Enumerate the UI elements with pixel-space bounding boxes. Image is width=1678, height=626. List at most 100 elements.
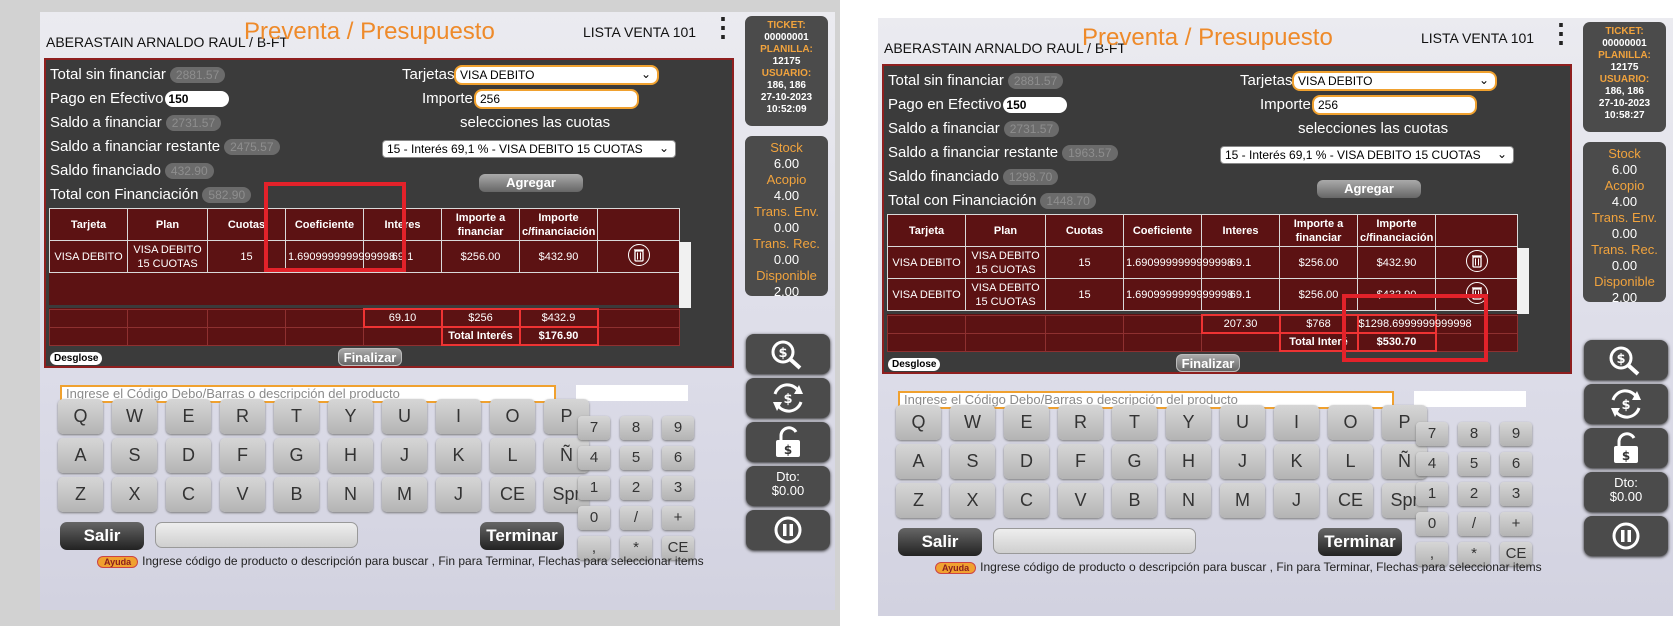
key-r[interactable]: R (220, 399, 265, 434)
numpad-key[interactable]: 0 (1416, 512, 1448, 536)
pago-efectivo-input[interactable]: 150 (1003, 97, 1068, 114)
key-m[interactable]: M (382, 477, 427, 512)
pago-efectivo-input[interactable]: 150 (165, 91, 230, 108)
key-h[interactable]: H (328, 438, 373, 473)
numpad-key[interactable]: 7 (578, 416, 610, 440)
cuotas-select[interactable]: 15 - Interés 69,1 % - VISA DEBITO 15 CUO… (1220, 146, 1514, 164)
table-row[interactable]: VISA DEBITO VISA DEBITO 15 CUOTAS 15 1.6909… (887, 246, 1518, 279)
numpad-key[interactable]: 2 (1458, 482, 1490, 506)
numpad-key[interactable]: 0 (578, 506, 610, 530)
numpad-key[interactable]: 4 (1416, 452, 1448, 476)
numpad-key[interactable]: 6 (1500, 452, 1532, 476)
finalizar-button[interactable]: Finalizar (1176, 354, 1240, 372)
key-k[interactable]: K (1274, 444, 1319, 479)
importe-input[interactable]: 256 (1312, 95, 1477, 115)
quantity-input[interactable] (576, 385, 688, 401)
search-price-button[interactable]: $ (1584, 340, 1668, 380)
key-o[interactable]: O (1328, 405, 1373, 440)
key-z[interactable]: Z (58, 477, 103, 512)
key-u[interactable]: U (1220, 405, 1265, 440)
key-l[interactable]: L (490, 438, 535, 473)
numpad-key[interactable]: 1 (1416, 482, 1448, 506)
key-w[interactable]: W (112, 399, 157, 434)
cuotas-select[interactable]: 15 - Interés 69,1 % - VISA DEBITO 15 CUO… (382, 140, 676, 158)
key-s[interactable]: S (112, 438, 157, 473)
trash-icon[interactable] (1465, 249, 1488, 276)
unlock-button[interactable]: $ (746, 422, 830, 462)
key-y[interactable]: Y (328, 399, 373, 434)
key-c[interactable]: C (166, 477, 211, 512)
key-x[interactable]: X (112, 477, 157, 512)
trash-icon[interactable] (627, 243, 650, 270)
desglose-button[interactable]: Desglose (50, 352, 103, 365)
key-i[interactable]: I (436, 399, 481, 434)
tarjetas-select[interactable]: VISA DEBITO ⌄ (454, 65, 659, 85)
key-r[interactable]: R (1058, 405, 1103, 440)
numpad-key[interactable]: 3 (662, 476, 694, 500)
exchange-button[interactable]: $ (746, 378, 830, 418)
search-price-button[interactable]: $ (746, 334, 830, 374)
key-y[interactable]: Y (1166, 405, 1211, 440)
key-a[interactable]: A (58, 438, 103, 473)
kebab-menu-icon[interactable]: ⋮ (1548, 20, 1574, 46)
numpad-key[interactable]: / (620, 506, 652, 530)
key-e[interactable]: E (166, 399, 211, 434)
key-t[interactable]: T (274, 399, 319, 434)
numpad-key[interactable]: 8 (620, 416, 652, 440)
key-o[interactable]: O (490, 399, 535, 434)
key-b[interactable]: B (1112, 483, 1157, 518)
key-u[interactable]: U (382, 399, 427, 434)
numpad-key[interactable]: 2 (620, 476, 652, 500)
exchange-button[interactable]: $ (1584, 384, 1668, 424)
table-scrollbar[interactable] (679, 242, 691, 308)
numpad-key[interactable]: 6 (662, 446, 694, 470)
numpad-key[interactable]: 7 (1416, 422, 1448, 446)
key-q[interactable]: Q (896, 405, 941, 440)
unlock-button[interactable]: $ (1584, 428, 1668, 468)
key-g[interactable]: G (274, 438, 319, 473)
key-j[interactable]: J (382, 438, 427, 473)
key-g[interactable]: G (1112, 444, 1157, 479)
key-n[interactable]: N (1166, 483, 1211, 518)
terminar-button[interactable]: Terminar (1318, 528, 1402, 556)
key-t[interactable]: T (1112, 405, 1157, 440)
terminar-button[interactable]: Terminar (480, 522, 564, 550)
numpad-key[interactable]: / (1458, 512, 1490, 536)
numpad-key[interactable]: 5 (1458, 452, 1490, 476)
key-v[interactable]: V (220, 477, 265, 512)
pause-button[interactable] (1584, 516, 1668, 556)
key-k[interactable]: K (436, 438, 481, 473)
key-x[interactable]: X (950, 483, 995, 518)
key-v[interactable]: V (1058, 483, 1103, 518)
kebab-menu-icon[interactable]: ⋮ (710, 14, 736, 40)
key-ce[interactable]: CE (490, 477, 535, 512)
numpad-key[interactable]: 9 (662, 416, 694, 440)
salir-button[interactable]: Salir (898, 528, 982, 556)
importe-input[interactable]: 256 (474, 89, 639, 109)
numpad-key[interactable]: 9 (1500, 422, 1532, 446)
ayuda-badge[interactable]: Ayuda (97, 556, 139, 568)
tarjetas-select[interactable]: VISA DEBITO ⌄ (1292, 71, 1497, 91)
key-f[interactable]: F (1058, 444, 1103, 479)
table-scrollbar[interactable] (1517, 248, 1529, 314)
discount-button[interactable]: Dto: $0.00 (746, 466, 830, 506)
key-ce[interactable]: CE (1328, 483, 1373, 518)
pause-button[interactable] (746, 510, 830, 550)
key-j[interactable]: J (1274, 483, 1319, 518)
key-m[interactable]: M (1220, 483, 1265, 518)
salir-button[interactable]: Salir (60, 522, 144, 550)
numpad-key[interactable]: 8 (1458, 422, 1490, 446)
key-c[interactable]: C (1004, 483, 1049, 518)
desglose-button[interactable]: Desglose (888, 358, 941, 371)
agregar-button[interactable]: Agregar (479, 174, 583, 192)
finalizar-button[interactable]: Finalizar (338, 348, 402, 366)
key-s[interactable]: S (950, 444, 995, 479)
key-d[interactable]: D (166, 438, 211, 473)
numpad-key[interactable]: 5 (620, 446, 652, 470)
key-n[interactable]: N (328, 477, 373, 512)
discount-button[interactable]: Dto: $0.00 (1584, 472, 1668, 512)
numpad-key[interactable]: 4 (578, 446, 610, 470)
key-z[interactable]: Z (896, 483, 941, 518)
key-f[interactable]: F (220, 438, 265, 473)
key-i[interactable]: I (1274, 405, 1319, 440)
